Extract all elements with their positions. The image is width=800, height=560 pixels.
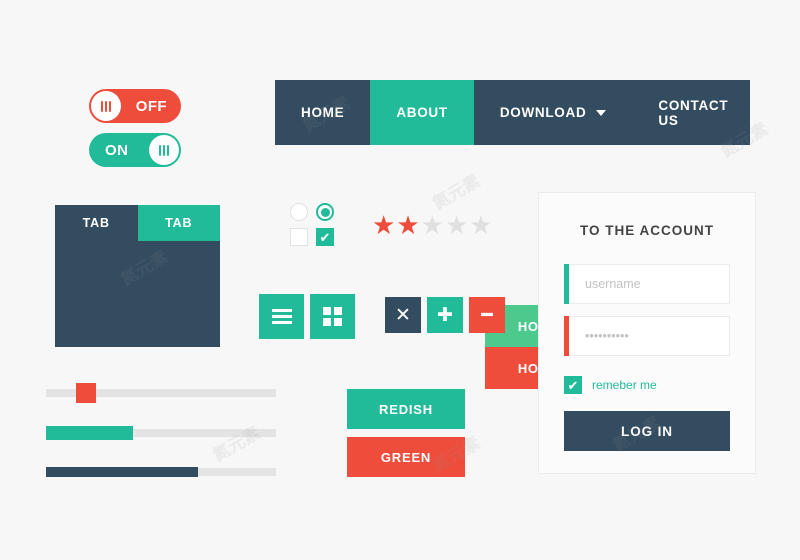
list-view-icon (271, 321, 292, 324)
toggle-switch-off[interactable]: OFF (89, 89, 181, 123)
username-input[interactable] (583, 276, 737, 292)
main-navbar: HOME ABOUT DOWNLOAD CONTACT US (275, 80, 750, 145)
remember-me-checkbox[interactable]: ✔ (564, 376, 582, 394)
ui-kit-canvas: OFF ON HOME ABOUT DOWNLOAD CONTACT US TA… (0, 0, 800, 560)
watermark-text: 氮元素 (209, 423, 264, 466)
radio-row (290, 203, 334, 221)
tab-label: TAB (165, 216, 193, 230)
toggle-knob[interactable] (91, 91, 121, 121)
grip-line-icon (159, 144, 161, 156)
chevron-down-icon (596, 109, 607, 116)
toggle-label-off: OFF (135, 97, 167, 115)
remember-me-row[interactable]: ✔ remeber me (564, 376, 755, 394)
list-view-button[interactable] (259, 294, 304, 339)
list-view-icon (271, 315, 292, 318)
star-rating[interactable]: ★ ★ ★ ★ ★ (372, 212, 493, 238)
tab-label: TAB (82, 216, 110, 230)
star-icon-filled[interactable]: ★ (396, 212, 419, 238)
checkbox-row: ✔ (290, 228, 334, 246)
tab-bar: TAB TAB (55, 205, 220, 241)
nav-item-download[interactable]: DOWNLOAD (474, 80, 633, 145)
grid-view-button[interactable] (310, 294, 355, 339)
add-button[interactable]: ✚ (427, 297, 463, 333)
field-accent-red (564, 316, 569, 356)
star-icon-empty[interactable]: ★ (469, 212, 492, 238)
tab-content-area (55, 241, 220, 347)
grip-line-icon (101, 100, 103, 112)
remove-button[interactable]: ━ (469, 297, 505, 333)
list-view-icon (271, 309, 292, 312)
redish-button[interactable]: REDISH (347, 389, 465, 429)
checkbox-checked[interactable]: ✔ (316, 228, 334, 246)
tab-inactive[interactable]: TAB (55, 205, 138, 241)
username-field-wrapper (564, 264, 737, 304)
progress-bar-navy[interactable] (46, 467, 276, 477)
grip-line-icon (109, 100, 111, 112)
grip-line-icon (163, 144, 165, 156)
radio-unchecked[interactable] (290, 203, 308, 221)
color-button-label: REDISH (379, 401, 433, 417)
nav-label: CONTACT US (658, 97, 729, 128)
close-button[interactable]: ✕ (385, 297, 421, 333)
watermark-text: 氮元素 (429, 171, 484, 214)
tab-active[interactable]: TAB (137, 205, 220, 241)
grip-line-icon (167, 144, 169, 156)
login-submit-button[interactable]: LOG IN (564, 411, 730, 451)
radio-checked[interactable] (316, 203, 334, 221)
checkbox-unchecked[interactable] (290, 228, 308, 246)
action-buttons-group: ✕ ✚ ━ (385, 297, 505, 333)
grid-view-icon (323, 307, 342, 326)
green-button[interactable]: GREEN (347, 437, 465, 477)
login-button-label: LOG IN (621, 423, 673, 439)
toggle-switch-on[interactable]: ON (89, 133, 181, 167)
login-title: TO THE ACCOUNT (580, 223, 714, 238)
password-input[interactable] (583, 328, 737, 344)
star-icon-filled[interactable]: ★ (372, 212, 395, 238)
tab-panel: TAB TAB (55, 205, 220, 347)
nav-item-home[interactable]: HOME (275, 80, 370, 145)
nav-item-about[interactable]: ABOUT (370, 80, 474, 145)
progress-fill (46, 467, 198, 477)
slider-handle[interactable] (75, 383, 96, 403)
nav-label: DOWNLOAD (499, 105, 587, 120)
nav-label: HOME (301, 105, 345, 120)
slider-red-handle[interactable] (46, 383, 276, 403)
grip-line-icon (105, 100, 107, 112)
slider-fill (46, 426, 134, 440)
remember-me-label: remeber me (592, 378, 657, 392)
slider-green-fill[interactable] (46, 426, 276, 440)
toggle-label-on: ON (105, 141, 129, 159)
nav-item-contact-us[interactable]: CONTACT US (632, 80, 754, 145)
toggle-knob[interactable] (149, 135, 179, 165)
field-accent-green (564, 264, 569, 304)
color-button-label: GREEN (380, 449, 432, 465)
login-card: TO THE ACCOUNT ✔ remeber me LOG IN (538, 192, 756, 474)
radio-dot-icon (320, 207, 330, 217)
star-icon-empty[interactable]: ★ (421, 212, 444, 238)
view-mode-buttons (259, 294, 355, 339)
form-controls-group: ✔ (290, 203, 334, 253)
star-icon-empty[interactable]: ★ (445, 212, 468, 238)
nav-label: ABOUT (396, 105, 448, 120)
password-field-wrapper (564, 316, 737, 356)
